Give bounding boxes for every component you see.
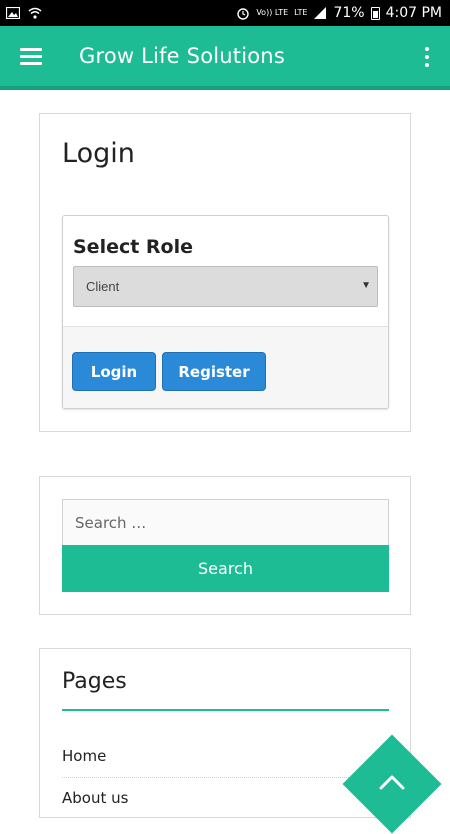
clock: 4:07 PM [385,5,442,21]
status-left [0,7,42,19]
pages-title: Pages [62,669,127,694]
role-panel: Select Role Client ▼ Login Register [62,215,389,409]
hamburger-menu-icon[interactable] [20,48,42,65]
signal-icon [314,7,327,19]
role-select-value: Client [86,279,120,294]
wifi-icon [28,7,42,19]
select-role-label: Select Role [73,236,194,258]
role-panel-footer: Login Register [63,326,388,408]
alarm-icon [237,8,250,20]
battery-level: 71% [333,5,365,21]
page-link-home[interactable]: Home [62,747,389,765]
login-button[interactable]: Login [72,352,156,391]
status-bar: Vo)) LTE LTE 71% 4:07 PM [0,0,450,26]
battery-icon [370,6,380,20]
register-button[interactable]: Register [162,352,266,391]
divider [62,777,389,779]
search-input[interactable]: Search … [62,499,389,545]
status-right: Vo)) LTE LTE 71% 4:07 PM [236,5,450,21]
pages-title-underline [62,709,389,711]
app-title: Grow Life Solutions [79,44,285,68]
page-link-about-us[interactable]: About us [62,789,389,807]
login-card: Login Select Role Client ▼ Login Registe… [39,113,411,432]
role-select[interactable]: Client ▼ [73,266,378,307]
search-card: Search … Search [39,476,411,615]
app-bar: Grow Life Solutions [0,26,450,90]
lte-indicator: LTE [294,8,308,17]
dropdown-caret-icon: ▼ [361,280,371,291]
image-icon [6,7,20,19]
login-title: Login [62,138,135,169]
search-button[interactable]: Search [62,545,389,592]
volte-indicator: Vo)) LTE [256,8,289,17]
more-options-icon[interactable] [424,47,430,67]
